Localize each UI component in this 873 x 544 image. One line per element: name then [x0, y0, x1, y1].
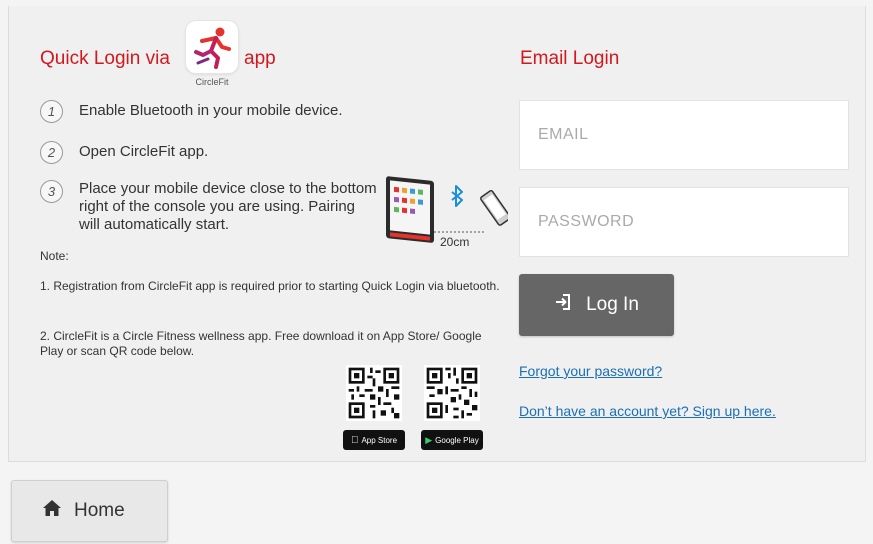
note-2: 2. CircleFit is a Circle Fitness wellnes…	[40, 329, 482, 358]
qr-code-icon	[346, 365, 402, 421]
step-3: 3 Place your mobile device close to the …	[40, 180, 379, 234]
login-button[interactable]: Log In	[519, 274, 674, 336]
app-store-qr:  App Store	[343, 365, 405, 450]
step-text: Enable Bluetooth in your mobile device.	[79, 102, 343, 119]
home-icon	[42, 499, 62, 523]
quick-login-title-suffix: app	[244, 48, 276, 69]
forgot-password-link[interactable]: Forgot your password?	[519, 363, 662, 379]
password-field[interactable]	[519, 187, 849, 257]
email-login-title: Email Login	[520, 48, 620, 69]
circlefit-app-icon	[185, 20, 239, 74]
google-play-badge-label: Google Play	[435, 435, 479, 445]
step-number: 1	[40, 100, 63, 123]
play-icon: ▶	[425, 434, 433, 445]
home-label: Home	[74, 500, 125, 521]
google-play-qr: ▶ Google Play	[421, 365, 483, 450]
password-input[interactable]	[538, 213, 848, 231]
step-number: 2	[40, 141, 63, 164]
quick-login-title: Quick Login via	[40, 48, 170, 70]
app-store-badge-label: App Store	[357, 435, 397, 445]
console-pairing-illustration: 20cm	[384, 172, 511, 254]
circlefit-app-badge: CircleFit	[184, 20, 240, 92]
step-number: 3	[40, 180, 63, 203]
qr-code-icon	[424, 365, 480, 421]
step-text: Open CircleFit app.	[79, 143, 209, 160]
note-1: 1. Registration from CircleFit app is re…	[40, 279, 500, 293]
google-play-badge[interactable]: ▶ Google Play	[421, 430, 483, 450]
email-input[interactable]	[538, 126, 848, 144]
note-label: Note:	[40, 249, 69, 263]
step-text: Place your mobile device close to the bo…	[79, 180, 377, 233]
email-field[interactable]	[519, 100, 849, 170]
app-store-badge[interactable]:  App Store	[343, 430, 405, 450]
step-1: 1 Enable Bluetooth in your mobile device…	[40, 100, 343, 123]
step-2: 2 Open CircleFit app.	[40, 141, 208, 164]
home-button[interactable]: Home	[11, 480, 168, 542]
distance-label: 20cm	[440, 235, 470, 249]
quick-login-title-text: Quick Login via	[40, 48, 170, 69]
login-icon	[554, 293, 572, 317]
app-caption: CircleFit	[195, 77, 229, 87]
login-label: Log In	[586, 294, 639, 315]
signup-link[interactable]: Don’t have an account yet? Sign up here.	[519, 403, 776, 419]
apple-icon: 	[351, 435, 359, 446]
